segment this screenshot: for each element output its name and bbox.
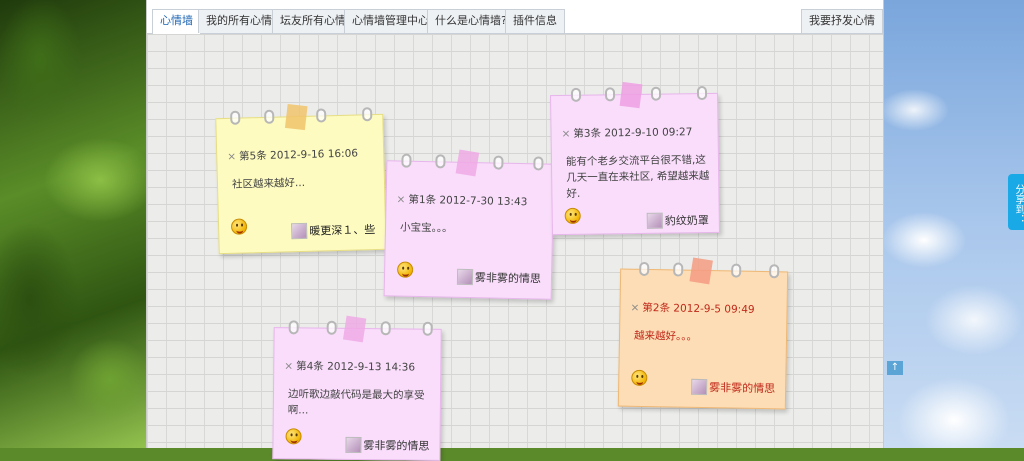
- tab-bar: 心情墙 我的所有心情 坛友所有心情 心情墙管理中心 什么是心情墙? 插件信息 我…: [147, 0, 883, 34]
- close-icon[interactable]: ×: [284, 360, 293, 372]
- avatar: [291, 222, 308, 240]
- binder-rings: [401, 153, 544, 173]
- mood-wall: × 第5条 2012-9-16 16:06 社区越来越好... 暖更深１、些 × 第…: [147, 34, 883, 461]
- tab-what-is-wall[interactable]: 什么是心情墙?: [427, 9, 515, 33]
- smiley-icon: [631, 369, 648, 387]
- tab-plugin-info[interactable]: 插件信息: [505, 9, 565, 33]
- main-container: 心情墙 我的所有心情 坛友所有心情 心情墙管理中心 什么是心情墙? 插件信息 我…: [146, 0, 884, 461]
- avatar: [456, 268, 474, 286]
- note-content: 越来越好。。。: [633, 329, 698, 343]
- post-mood-button[interactable]: 我要抒发心情: [801, 9, 883, 33]
- back-to-top-button[interactable]: ↑: [887, 361, 903, 375]
- note-author[interactable]: 雾非雾的情思: [345, 436, 430, 454]
- tab-forum-moods[interactable]: 坛友所有心情: [272, 9, 354, 33]
- note-meta: × 第5条 2012-9-16 16:06: [227, 147, 359, 163]
- smiley-icon: [230, 218, 248, 235]
- smiley-icon: [564, 207, 581, 224]
- close-icon[interactable]: ×: [227, 151, 236, 163]
- note-author[interactable]: 雾非雾的情思: [456, 268, 541, 287]
- binder-rings: [635, 261, 780, 280]
- background-right: [884, 0, 1024, 448]
- note-card: × 第2条 2012-9-5 09:49 越来越好。。。 雾非雾的情思: [617, 257, 789, 410]
- note-card: × 第4条 2012-9-13 14:36 边听歌边敲代码是最大的享受啊... 雾…: [272, 315, 442, 461]
- note-card: × 第5条 2012-9-16 16:06 社区越来越好... 暖更深１、些: [215, 104, 387, 255]
- avatar: [691, 378, 708, 396]
- close-icon[interactable]: ×: [630, 302, 639, 314]
- tab-wall-admin[interactable]: 心情墙管理中心: [344, 9, 437, 33]
- note-card: × 第1条 2012-7-30 13:43 小宝宝。。。 雾非雾的情思: [383, 149, 555, 300]
- tab-my-moods[interactable]: 我的所有心情: [198, 9, 280, 33]
- share-tab[interactable]: 分享到：: [1008, 174, 1024, 230]
- tab-mood-wall[interactable]: 心情墙: [152, 9, 201, 34]
- binder-rings: [230, 107, 373, 127]
- note-meta: × 第3条 2012-9-10 09:27: [561, 126, 693, 141]
- avatar: [345, 436, 362, 454]
- binder-rings: [565, 85, 708, 104]
- binder-rings: [288, 320, 433, 337]
- note-author[interactable]: 雾非雾的情思: [691, 378, 775, 396]
- note-content: 边听歌边敲代码是最大的享受啊...: [287, 388, 425, 417]
- note-author[interactable]: 豹纹奶罩: [646, 212, 709, 229]
- note-meta: × 第4条 2012-9-13 14:36: [284, 360, 416, 374]
- close-icon[interactable]: ×: [396, 193, 405, 205]
- note-meta: × 第2条 2012-9-5 09:49: [630, 301, 755, 316]
- note-author[interactable]: 暖更深１、些: [291, 221, 375, 240]
- smiley-icon: [285, 428, 302, 445]
- background-left: [0, 0, 146, 448]
- note-content: 小宝宝。。。: [399, 221, 453, 235]
- note-content: 能有个老乡交流平台很不错,这几天一直在来社区, 希望越来越好.: [565, 154, 710, 200]
- note-content: 社区越来越好...: [231, 176, 306, 191]
- close-icon[interactable]: ×: [561, 128, 570, 140]
- note-meta: × 第1条 2012-7-30 13:43: [396, 193, 528, 209]
- smiley-icon: [396, 261, 414, 278]
- note-card: × 第3条 2012-9-10 09:27 能有个老乡交流平台很不错,这几天一直在…: [550, 81, 720, 236]
- avatar: [646, 212, 663, 229]
